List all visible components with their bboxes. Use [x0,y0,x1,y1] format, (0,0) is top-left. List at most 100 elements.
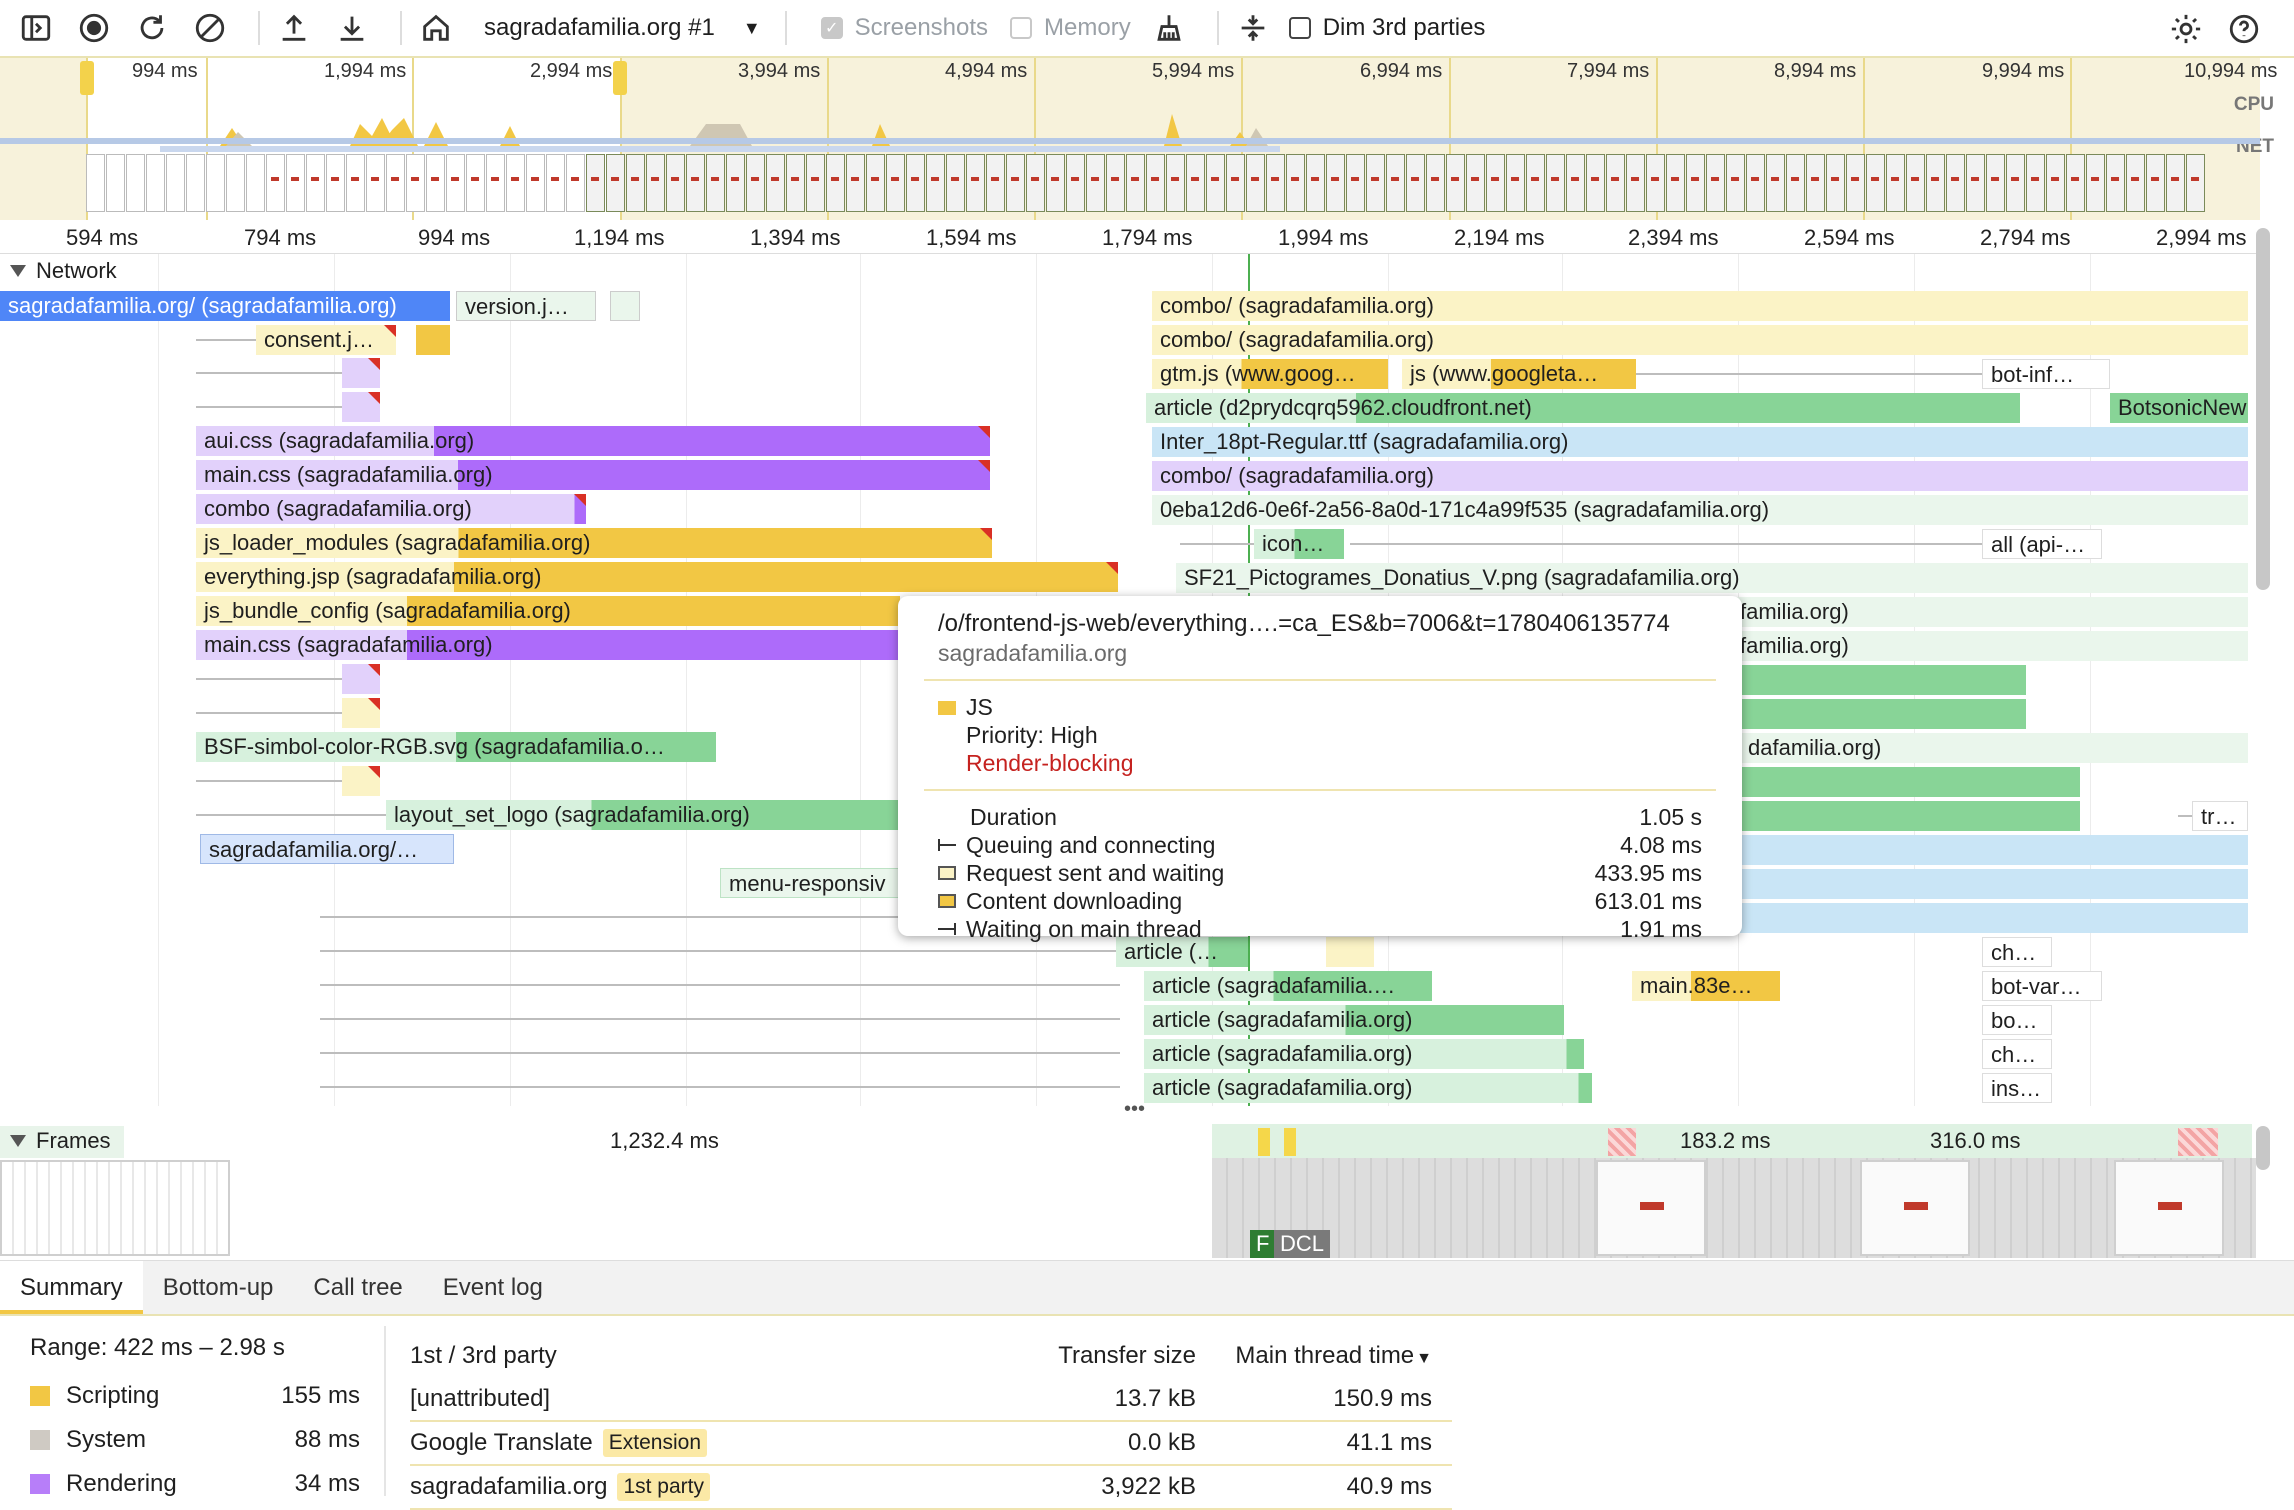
network-request[interactable]: BotsonicNew [2110,393,2248,423]
category-value: 155 ms [281,1382,360,1409]
frame-thumbnail[interactable] [2114,1160,2224,1256]
network-request[interactable]: combo/ (sagradafamilia.org) [1152,461,2248,491]
network-request[interactable]: article (sagradafamilia.org) [1144,1039,1584,1069]
network-request[interactable]: aui.css (sagradafamilia.org) [196,426,990,456]
overview-right-handle[interactable] [613,61,627,95]
table-row[interactable]: Google Translate Extension 0.0 kB 41.1 ms [410,1422,1452,1466]
dim-3rd-parties-checkbox[interactable]: Dim 3rd parties [1288,14,1485,42]
frame-thumbnail[interactable] [1596,1160,1706,1256]
request-wait-line [196,814,386,816]
frames-track-header[interactable]: Frames [10,1128,111,1154]
network-request[interactable]: article (sagradafamilia.org) [1144,1005,1564,1035]
network-request[interactable]: layout_set_logo (sagradafamilia.org) [386,800,900,830]
clear-button[interactable] [188,6,232,50]
toggle-sidebar-button[interactable] [14,6,58,50]
network-request[interactable] [1740,699,2026,729]
network-request[interactable]: BSF-simbol-color-RGB.svg (sagradafamilia… [196,732,716,762]
network-request[interactable]: main.83e… [1632,971,1780,1001]
network-request[interactable]: main.css (sagradafamilia.org) [196,630,900,660]
network-request[interactable]: js_loader_modules (sagradafamilia.org) [196,528,992,558]
network-request[interactable]: article (d2prydcqrq5962.cloudfront.net) [1146,393,2020,423]
tab-call-tree[interactable]: Call tree [293,1261,422,1314]
category-name: Scripting [66,1382,160,1409]
column-header-main-thread-time[interactable]: Main thread time ▼ [1196,1342,1432,1370]
network-request[interactable]: combo (sagradafamilia.org) [196,494,586,524]
table-row[interactable]: sagradafamilia.org 1st party 3,922 kB 40.… [410,1466,1452,1510]
network-request[interactable]: js_bundle_config (sagradafamilia.org) [196,596,900,626]
network-request[interactable]: icon… [1254,529,1344,559]
network-request[interactable]: Inter_18pt-Regular.ttf (sagradafamilia.o… [1152,427,2248,457]
reload-record-button[interactable] [130,6,174,50]
network-request[interactable]: familia.org) [1720,631,2248,661]
upload-button[interactable] [272,6,316,50]
network-request[interactable]: sagradafamilia.org/… [200,834,454,864]
download-button[interactable] [330,6,374,50]
dcl-marker[interactable]: DCL [1274,1230,1331,1258]
network-request[interactable]: consent.j… [256,325,396,355]
network-request[interactable]: bot-inf… [1982,359,2110,389]
network-request[interactable] [1740,665,2026,695]
network-request[interactable]: gtm.js (www.goog… [1152,359,1388,389]
network-request[interactable]: all (api-… [1982,529,2102,559]
network-request[interactable] [1740,767,2080,797]
network-request[interactable]: 0eba12d6-0e6f-2a56-8a0d-171c4a99f535 (sa… [1152,495,2248,525]
collapse-tracks-button[interactable] [1231,6,1275,50]
help-button[interactable] [2222,7,2266,51]
network-request[interactable]: combo/ (sagradafamilia.org) [1152,325,2248,355]
profile-select[interactable]: sagradafamilia.org #1 ▼ [472,6,773,50]
frame-thumbnail[interactable] [1860,1160,1970,1256]
network-request[interactable] [1740,835,2248,865]
network-request[interactable] [1740,801,2080,831]
network-request[interactable]: ch… [1982,937,2052,967]
record-button[interactable] [72,6,116,50]
timeline-overview[interactable]: 994 ms 1,994 ms 2,994 ms 3,994 ms 4,994 … [0,58,2294,220]
network-request[interactable]: ins… [1982,1073,2052,1103]
network-request[interactable] [1740,903,2248,933]
garbage-collect-button[interactable] [1147,6,1191,50]
overview-left-handle[interactable] [80,61,94,95]
tab-bottom-up[interactable]: Bottom-up [143,1261,294,1314]
network-request[interactable]: version.j… [456,291,596,321]
network-request[interactable]: familia.org) [1720,597,2248,627]
memory-checkbox[interactable]: Memory [1010,14,1131,42]
screenshot-thumb [1606,154,1625,212]
screenshots-checkbox[interactable]: ✓ Screenshots [820,14,988,42]
home-button[interactable] [414,6,458,50]
network-request[interactable]: article (sagradafamilia.… [1144,971,1432,1001]
screenshot-thumb [786,154,805,212]
network-request[interactable]: bo… [1982,1005,2052,1035]
timeline-scrollbar[interactable] [2256,228,2270,590]
render-blocking-marker [368,392,380,404]
column-header-party[interactable]: 1st / 3rd party [410,1342,970,1370]
checkbox-icon [1010,17,1033,39]
network-request[interactable]: js (www.googleta… [1402,359,1636,389]
request-label: SF21_Pictogrames_Donatius_V.png (sagrada… [1184,565,1740,590]
network-request-selected[interactable]: everything.jsp (sagradafamilia.org) [196,562,1118,592]
network-request[interactable]: combo/ (sagradafamilia.org) [1152,291,2248,321]
tab-summary[interactable]: Summary [0,1261,143,1314]
network-request[interactable]: main.css (sagradafamilia.org) [196,460,990,490]
network-request[interactable]: article (sagradafamilia.org) [1144,1073,1592,1103]
network-track-header[interactable]: Network [10,258,117,284]
network-request[interactable] [1740,869,2248,899]
network-request[interactable] [610,291,640,321]
tab-event-log[interactable]: Event log [423,1261,563,1314]
network-request[interactable]: bot-var… [1982,971,2102,1001]
frames-scrollbar[interactable] [2256,1126,2270,1170]
toolbar-divider [1216,11,1219,45]
network-request[interactable]: SF21_Pictogrames_Donatius_V.png (sagrada… [1176,563,2248,593]
settings-button[interactable] [2164,7,2208,51]
table-row[interactable]: [unattributed] 13.7 kB 150.9 ms [410,1378,1452,1422]
tooltip-row-downloading: Content downloading 613.01 ms [938,887,1702,915]
request-wait-line [320,950,1120,952]
network-request[interactable]: menu-responsiv [720,868,900,898]
column-header-transfer-size[interactable]: Transfer size [970,1342,1196,1370]
network-request[interactable] [416,325,450,355]
tooltip-row-queuing: Queuing and connecting 4.08 ms [938,831,1702,859]
network-request[interactable]: sagradafamilia.org/ (sagradafamilia.org) [0,291,450,321]
network-request[interactable]: ch… [1982,1039,2052,1069]
network-request[interactable]: tr… [2192,801,2248,831]
fcp-marker[interactable]: F [1250,1230,1276,1258]
network-request[interactable]: dafamilia.org) [1740,733,2248,763]
party-name: Google Translate [410,1429,593,1456]
